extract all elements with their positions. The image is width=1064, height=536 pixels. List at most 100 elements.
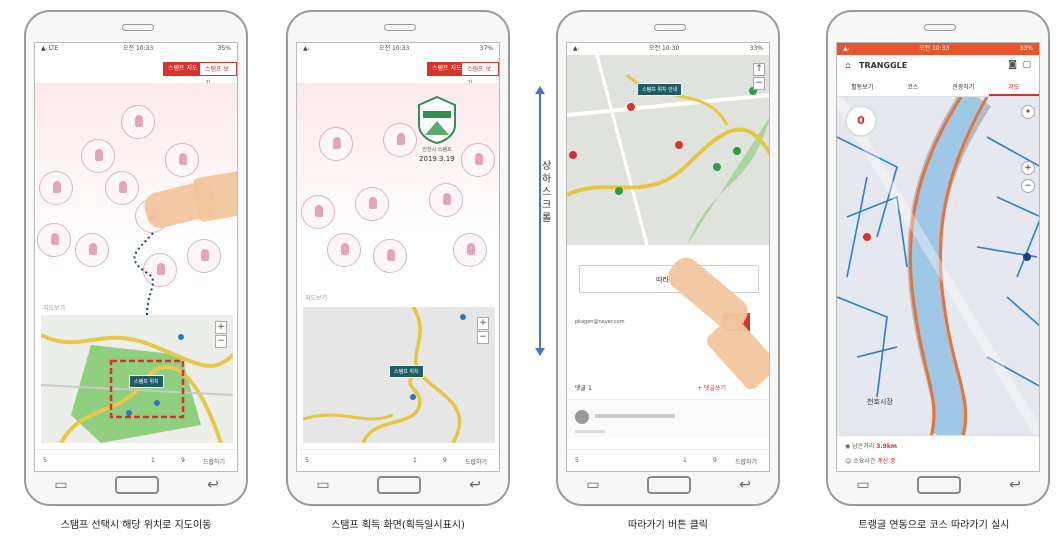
map-pin-label[interactable]: 스탬프 위치: [129, 375, 164, 388]
email-field[interactable]: pkagen@naver.com: [575, 319, 625, 325]
acquired-stamp-title: 인천시 스탬프: [422, 147, 452, 153]
location-button[interactable]: ↑: [753, 63, 765, 76]
map-pin-label[interactable]: 스탬프 위치: [389, 365, 424, 378]
status-bar: ▲ᵢ LTE 오전 10:33 35%: [41, 45, 231, 52]
like-count[interactable]: 5: [43, 457, 47, 464]
phone-2-screen: ▲ᵢ 오전 10:33 37% 스탬프 지도 스탬프 보기 인천시 스탬프: [296, 42, 500, 472]
more-link[interactable]: 드랍하기: [465, 457, 487, 466]
acquired-stamp-date: 2019.3.19: [419, 155, 455, 163]
back-icon[interactable]: ↩: [200, 476, 226, 494]
scroll-arrow-up-icon: [535, 86, 545, 94]
reply-write-link[interactable]: + 댓글쓰기: [697, 383, 726, 392]
stamp-item[interactable]: [429, 183, 463, 217]
map-pin-label[interactable]: 스탬프 위치 안내: [637, 83, 683, 96]
navigation-map[interactable]: 0 ✦ + − 천호시장: [837, 97, 1039, 437]
status-bar: ▲ᵢ 오전 10:33 33%: [837, 43, 1039, 55]
phone-3-screen: ▲ᵢ 오전 10:30 33% 스탬프 위치 안내 ↑ − pkagen@nav…: [566, 42, 770, 472]
scroll-line: [539, 94, 541, 348]
home-button[interactable]: [377, 476, 421, 494]
map-view[interactable]: 스탬프 위치 + −: [303, 307, 495, 443]
like-count[interactable]: 5: [575, 457, 579, 464]
brand-logo: TRANGGLE: [859, 61, 908, 70]
back-icon[interactable]: ↩: [1002, 476, 1028, 494]
more-link[interactable]: 드랍하기: [203, 457, 225, 466]
zoom-out-button[interactable]: −: [753, 77, 765, 90]
caption-2: 스탬프 획득 화면(획득일시표시): [331, 520, 465, 531]
caption-1: 스탬프 선택시 해당 위치로 지도이동: [60, 520, 212, 531]
map-view[interactable]: 스탬프 위치 + −: [41, 315, 233, 443]
comment-text-line: [575, 430, 605, 433]
menu-icon[interactable]: ▭: [580, 476, 606, 494]
nav-buttons: ▭ ↩: [288, 474, 508, 494]
back-icon[interactable]: ↩: [732, 476, 758, 494]
back-icon[interactable]: ↩: [462, 476, 488, 494]
speaker: [122, 24, 154, 31]
share-count[interactable]: 9: [443, 457, 447, 464]
comment-count[interactable]: 1: [683, 457, 687, 464]
tab-tour[interactable]: 관광하기: [938, 79, 989, 96]
stamp-item[interactable]: [373, 239, 407, 273]
time-row: ☺ 소요시간 계산 중: [845, 456, 896, 465]
tab-course[interactable]: 코스: [888, 79, 939, 96]
pin-icon: ◉: [845, 443, 851, 450]
home-button[interactable]: [647, 476, 691, 494]
stamp-item[interactable]: [327, 233, 361, 267]
stamp-view-button[interactable]: 스탬프 보기: [461, 62, 499, 87]
menu-icon[interactable]: ▭: [850, 476, 876, 494]
action-bar: 5 1 9 드랍하기: [297, 449, 499, 471]
menu-icon[interactable]: ▭: [310, 476, 336, 494]
status-bar: ▲ᵢ 오전 10:33 37%: [303, 45, 493, 52]
stamp-item[interactable]: [453, 233, 487, 267]
settings-icon[interactable]: ▢: [1022, 60, 1031, 70]
map-caption: 지도보기: [305, 295, 328, 302]
share-count[interactable]: 9: [181, 457, 185, 464]
zoom-out-button[interactable]: −: [477, 331, 489, 344]
zoom-in-button[interactable]: +: [477, 317, 489, 330]
comment-text-line: [595, 414, 675, 418]
home-button[interactable]: [917, 476, 961, 494]
stamp-view-button[interactable]: 스탬프 보기: [199, 62, 237, 87]
stamp-item[interactable]: [319, 127, 353, 161]
caption-4: 트랭글 연동으로 코스 따라가기 실시: [858, 520, 1010, 531]
stamp-item[interactable]: [461, 143, 495, 177]
menu-icon[interactable]: ▭: [48, 476, 74, 494]
tab-bar: 활동보기 코스 관광하기 지도: [837, 79, 1039, 97]
avatar: [575, 410, 589, 424]
stamp-map-button[interactable]: 스탬프 지도: [163, 62, 203, 76]
nav-buttons: ▭ ↩: [26, 474, 246, 494]
map-svg: [837, 97, 1039, 437]
speaker: [654, 24, 686, 31]
home-icon[interactable]: ⌂: [845, 61, 851, 71]
tab-map[interactable]: 지도: [988, 79, 1039, 96]
zoom-out-button[interactable]: −: [1021, 179, 1035, 193]
stamp-board: [35, 83, 237, 343]
zoom-in-button[interactable]: +: [1021, 161, 1035, 175]
map-caption: 지도보기: [43, 305, 66, 312]
map-view[interactable]: 스탬프 위치 안내 ↑ −: [567, 55, 769, 245]
compass-icon[interactable]: ✦: [1021, 105, 1035, 119]
remaining-value: 계산 중: [877, 458, 896, 465]
home-button[interactable]: [115, 476, 159, 494]
like-count[interactable]: 5: [305, 457, 309, 464]
stamp-item[interactable]: [301, 195, 335, 229]
tab-activity[interactable]: 활동보기: [837, 79, 888, 96]
status-bar: ▲ᵢ 오전 10:30 33%: [573, 45, 763, 52]
scroll-arrow-down-icon: [535, 348, 545, 356]
comment-count[interactable]: 1: [413, 457, 417, 464]
place-label: 천호시장: [867, 398, 893, 406]
app-header: ⌂ TRANGGLE ◙ ▢: [837, 55, 1039, 79]
nav-buttons: ▭ ↩: [828, 474, 1048, 494]
stamp-item[interactable]: [383, 123, 417, 157]
top-bar: 스탬프 지도 스탬프 보기: [35, 55, 237, 87]
camera-icon[interactable]: ◙: [1008, 60, 1017, 70]
more-link[interactable]: 드랍하기: [735, 457, 757, 466]
share-count[interactable]: 9: [713, 457, 717, 464]
stamp-item[interactable]: [355, 187, 389, 221]
speed-indicator: 0: [845, 105, 877, 137]
top-bar: 스탬프 지도 스탬프 보기: [297, 55, 499, 87]
zoom-out-button[interactable]: −: [215, 335, 227, 348]
phone-1-screen: ▲ᵢ LTE 오전 10:33 35% 스탬프 지도 스탬프 보기: [34, 42, 238, 472]
pointing-hand-arm: [703, 313, 769, 393]
comment-count[interactable]: 1: [151, 457, 155, 464]
zoom-in-button[interactable]: +: [215, 321, 227, 334]
